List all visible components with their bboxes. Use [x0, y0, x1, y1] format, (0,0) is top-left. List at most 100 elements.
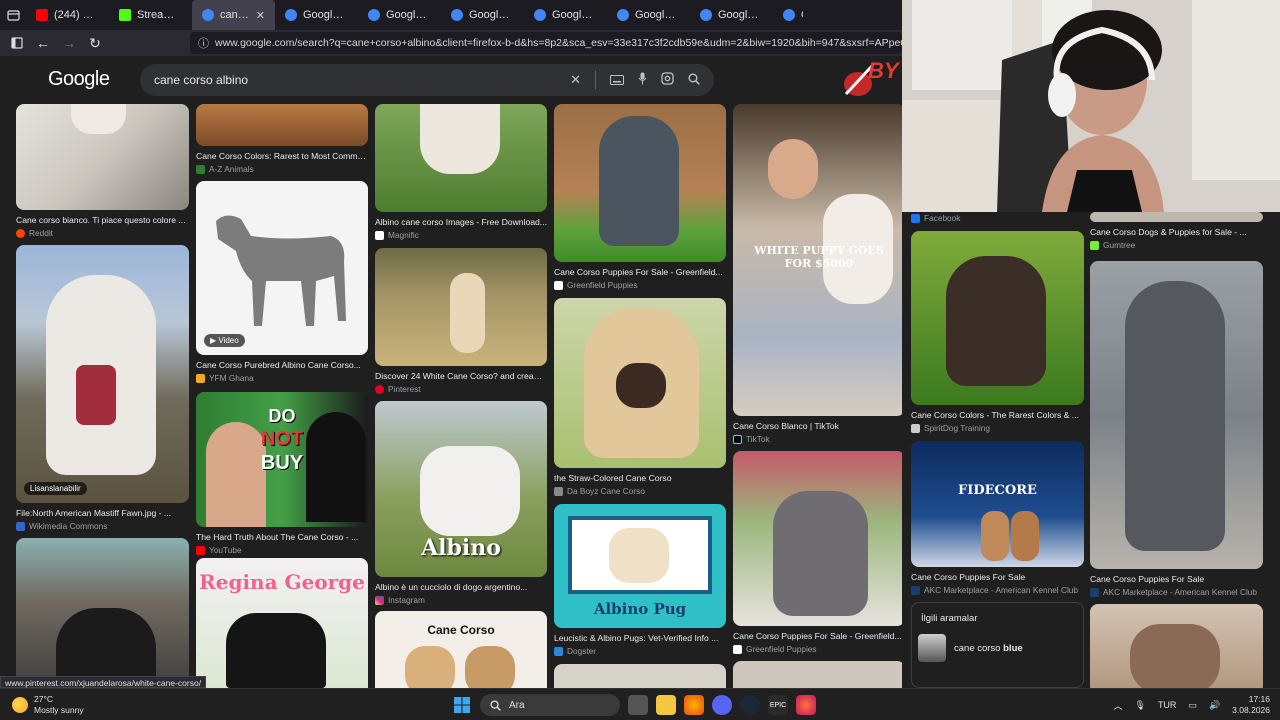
result-source[interactable]: Dogster — [554, 646, 726, 656]
search-icon[interactable] — [688, 73, 700, 88]
image-result[interactable]: Regina George — [196, 558, 368, 688]
result-thumbnail[interactable] — [375, 104, 547, 212]
result-source[interactable]: YouTube — [196, 545, 368, 555]
image-result[interactable] — [554, 664, 726, 688]
result-title[interactable]: The Hard Truth About The Cane Corso - ..… — [196, 532, 368, 542]
keyboard-icon[interactable] — [610, 73, 624, 88]
result-title[interactable]: Cane Corso Puppies For Sale — [911, 572, 1084, 582]
result-thumbnail[interactable] — [733, 451, 902, 626]
image-result[interactable]: DO NOT BUY The Hard Truth About The Cane… — [196, 392, 368, 555]
google-logo[interactable]: Google — [48, 68, 110, 91]
result-title[interactable]: Cane Corso Puppies For Sale — [1090, 574, 1263, 584]
result-title[interactable]: Cane Corso Puppies For Sale - Greenfield… — [554, 267, 726, 277]
result-title[interactable]: Leucistic & Albino Pugs: Vet-Verified In… — [554, 633, 726, 643]
tab-cane-corso-active[interactable]: cane corso a✕ — [192, 0, 275, 30]
epic-games-icon[interactable]: EPIC — [768, 695, 788, 715]
sidebar-toggle-icon[interactable] — [6, 32, 28, 54]
result-title[interactable]: Cane Corso Colors: Rarest to Most Commo.… — [196, 151, 368, 161]
result-title[interactable]: Cane Corso Puppies For Sale - Greenfield… — [733, 631, 902, 641]
search-input[interactable] — [154, 73, 554, 87]
tab-google-image[interactable]: Google Image — [358, 0, 441, 30]
result-thumbnail[interactable] — [16, 538, 189, 688]
tab-list-icon[interactable] — [0, 0, 26, 30]
result-thumbnail[interactable]: Lisanslanabilir — [16, 245, 189, 503]
volume-icon[interactable]: 🔊 — [1209, 700, 1220, 711]
tab-google-image[interactable]: Google Image — [275, 0, 358, 30]
tab-youtube[interactable]: (244) YouTube — [26, 0, 109, 30]
result-thumbnail[interactable]: WHITE PUPPY GOES FOR $5000 — [733, 104, 902, 416]
result-thumbnail[interactable] — [554, 298, 726, 468]
result-source[interactable]: Reddit — [16, 228, 189, 238]
tab-google-image[interactable]: Googl — [773, 0, 813, 30]
image-result[interactable]: Discover 24 White Cane Corso? and cream.… — [375, 248, 547, 394]
image-result[interactable] — [16, 538, 189, 688]
address-bar[interactable]: ⓘ www.google.com/search?q=cane+corso+alb… — [190, 32, 902, 54]
result-thumbnail[interactable]: Albino — [375, 401, 547, 577]
result-thumbnail[interactable] — [1090, 212, 1263, 222]
result-source[interactable]: A-Z Animals — [196, 164, 368, 174]
result-title[interactable]: Cane Corso Dogs & Puppies for Sale - ... — [1090, 227, 1263, 237]
result-title[interactable]: Discover 24 White Cane Corso? and cream.… — [375, 371, 547, 381]
result-thumbnail[interactable]: Cane Corso — [375, 611, 547, 688]
image-result[interactable] — [1090, 604, 1263, 688]
language-indicator[interactable]: TUR — [1158, 700, 1177, 710]
result-thumbnail[interactable] — [554, 664, 726, 688]
result-thumbnail[interactable] — [911, 231, 1084, 405]
reload-icon[interactable]: ↻ — [84, 32, 106, 54]
image-result[interactable] — [733, 661, 902, 688]
image-result[interactable]: Cane Corso Puppies For Sale - Greenfield… — [554, 104, 726, 290]
result-source[interactable]: AKC Marketplace - American Kennel Club — [911, 585, 1084, 595]
forward-arrow-icon[interactable]: → — [58, 32, 80, 54]
image-result[interactable]: Facebook — [911, 212, 1084, 223]
firefox-icon[interactable] — [684, 695, 704, 715]
task-view-icon[interactable] — [628, 695, 648, 715]
result-source[interactable]: Wikimedia Commons — [16, 521, 189, 531]
image-result[interactable]: WHITE PUPPY GOES FOR $5000 Cane Corso Bl… — [733, 104, 902, 444]
result-source[interactable]: Facebook — [911, 213, 1084, 223]
related-search-item[interactable]: cane corso blue — [912, 624, 1083, 662]
windows-start-icon[interactable] — [452, 695, 472, 715]
taskbar-search[interactable]: Ara — [480, 694, 620, 716]
clock[interactable]: 17:16 3.08.2026 — [1232, 694, 1270, 716]
tab-kick[interactable]: Stream - Kick D — [109, 0, 192, 30]
result-source[interactable]: Greenfield Puppies — [554, 280, 726, 290]
result-source[interactable]: Pinterest — [375, 384, 547, 394]
image-result[interactable]: Cane Corso Puppies For Sale - Greenfield… — [733, 451, 902, 654]
result-source[interactable]: Instagram — [375, 595, 547, 605]
result-source[interactable]: TikTok — [733, 434, 902, 444]
image-result[interactable]: Cane Corso Puppies For Sale AKC Marketpl… — [1090, 261, 1263, 597]
result-source[interactable]: Da Boyz Cane Corso — [554, 486, 726, 496]
image-result[interactable]: Albino Pug Leucistic & Albino Pugs: Vet-… — [554, 504, 726, 656]
image-result[interactable]: Cane Corso Dogs & Puppies for Sale - ...… — [1090, 212, 1263, 250]
result-thumbnail[interactable] — [1090, 261, 1263, 569]
result-thumbnail[interactable] — [16, 104, 189, 210]
result-thumbnail[interactable] — [554, 104, 726, 262]
result-source[interactable]: Greenfield Puppies — [733, 644, 902, 654]
image-result[interactable]: Albino cane corso Images - Free Download… — [375, 104, 547, 240]
result-thumbnail[interactable] — [196, 104, 368, 146]
weather-widget[interactable]: 27°C Mostly sunny — [0, 694, 200, 716]
image-result[interactable]: Cane corso bianco. Ti piace questo color… — [16, 104, 189, 238]
back-arrow-icon[interactable]: ← — [32, 32, 54, 54]
result-title[interactable]: Cane corso bianco. Ti piace questo color… — [16, 215, 189, 225]
result-title[interactable]: Cane Corso Purebred Albino Cane Corso... — [196, 360, 368, 370]
microphone-icon[interactable] — [638, 72, 647, 88]
result-source[interactable]: Gumtree — [1090, 240, 1263, 250]
result-thumbnail[interactable] — [1090, 604, 1263, 688]
result-thumbnail[interactable]: DO NOT BUY — [196, 392, 368, 527]
image-result[interactable]: ▶ Video Cane Corso Purebred Albino Cane … — [196, 181, 368, 383]
result-title[interactable]: Albino è un cucciolo di dogo argentino..… — [375, 582, 547, 592]
show-hidden-icons-chevron-icon[interactable]: ︿ — [1113, 699, 1122, 712]
result-thumbnail[interactable]: FIDECORE — [911, 441, 1084, 567]
file-explorer-icon[interactable] — [656, 695, 676, 715]
result-source[interactable]: SpiritDog Training — [911, 423, 1084, 433]
result-thumbnail[interactable]: Albino Pug — [554, 504, 726, 628]
steam-icon[interactable] — [740, 695, 760, 715]
result-thumbnail[interactable] — [375, 248, 547, 366]
tab-google-image[interactable]: Google Image — [441, 0, 524, 30]
site-info-icon[interactable]: ⓘ — [198, 35, 209, 51]
discord-icon[interactable] — [712, 695, 732, 715]
result-thumbnail[interactable]: ▶ Video — [196, 181, 368, 355]
result-title[interactable]: Cane Corso Colors - The Rarest Colors & … — [911, 410, 1084, 420]
result-thumbnail[interactable]: Regina George — [196, 558, 368, 688]
